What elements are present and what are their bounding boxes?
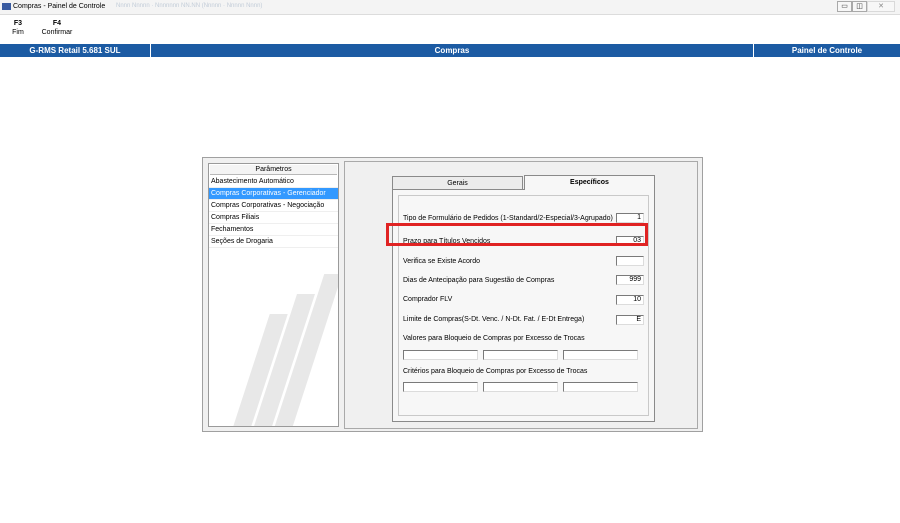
- app-icon: [2, 3, 11, 10]
- limite-compras-label: Limite de Compras(S-Dt. Venc. / N-Dt. Fa…: [403, 316, 585, 323]
- valores-bloqueio-label: Valores para Bloqueio de Compras por Exc…: [403, 335, 585, 342]
- f3-label: Fim: [12, 29, 24, 36]
- comprador-flv-field[interactable]: 10: [616, 295, 644, 305]
- list-item[interactable]: Seções de Drogaria: [209, 236, 338, 248]
- tab-especificos[interactable]: Específicos: [524, 175, 655, 190]
- window-titlebar: Compras - Painel de Controle Nnnn Nnnnn …: [0, 0, 900, 15]
- list-item[interactable]: Fechamentos: [209, 224, 338, 236]
- minimize-button[interactable]: ▭: [837, 1, 852, 12]
- parameters-panel: Parâmetros Abastecimento Automático Comp…: [202, 157, 703, 432]
- limite-compras-field[interactable]: E: [616, 315, 644, 325]
- comprador-flv-label: Comprador FLV: [403, 296, 453, 303]
- screen-name: Painel de Controle: [791, 46, 863, 55]
- valores-bloqueio-field-3[interactable]: [563, 350, 638, 360]
- f4-confirmar-button[interactable]: F4 Confirmar: [40, 20, 74, 36]
- valores-bloqueio-field-1[interactable]: [403, 350, 478, 360]
- f3-key: F3: [13, 20, 23, 27]
- verifica-acordo-label: Verifica se Existe Acordo: [403, 258, 481, 265]
- dias-antecipacao-field[interactable]: 999: [616, 275, 644, 285]
- module-header-bar: G-RMS Retail 5.681 SUL Compras Painel de…: [0, 44, 900, 57]
- f4-key: F4: [52, 20, 62, 27]
- valores-bloqueio-field-2[interactable]: [483, 350, 558, 360]
- list-item[interactable]: Compras Corporativas - Gerenciador: [209, 188, 338, 200]
- system-version: G-RMS Retail 5.681 SUL: [0, 44, 151, 57]
- parameters-list-header: Parâmetros: [210, 165, 337, 175]
- tipo-formulario-field[interactable]: 1: [616, 213, 644, 223]
- list-item[interactable]: Compras Corporativas - Negociação: [209, 200, 338, 212]
- list-item[interactable]: Abastecimento Automático: [209, 176, 338, 188]
- criterios-bloqueio-field-1[interactable]: [403, 382, 478, 392]
- module-name: Compras: [151, 44, 754, 57]
- settings-area: Gerais Tipo de Formulário de Pedidos (1-…: [344, 161, 698, 429]
- f4-label: Confirmar: [41, 29, 73, 36]
- tab-gerais[interactable]: Gerais: [392, 176, 523, 189]
- f3-fim-button[interactable]: F3 Fim: [10, 20, 26, 36]
- list-item[interactable]: Compras Filiais: [209, 212, 338, 224]
- parameters-list: Parâmetros Abastecimento Automático Comp…: [208, 163, 339, 427]
- verifica-acordo-field[interactable]: [616, 256, 644, 266]
- maximize-button[interactable]: ◫: [852, 1, 867, 12]
- criterios-bloqueio-label: Critérios para Bloqueio de Compras por E…: [403, 368, 588, 375]
- window-title: Compras - Painel de Controle: [13, 3, 106, 10]
- criterios-bloqueio-field-3[interactable]: [563, 382, 638, 392]
- window-title-extra: Nnnn Nnnnn · Nnnnnnn NN.NN (Nnnnn · Nnnn…: [116, 3, 263, 9]
- highlight-box: [386, 223, 648, 246]
- dias-antecipacao-label: Dias de Antecipação para Sugestão de Com…: [403, 277, 555, 284]
- tipo-formulario-label: Tipo de Formulário de Pedidos (1-Standar…: [403, 215, 613, 222]
- criterios-bloqueio-field-2[interactable]: [483, 382, 558, 392]
- close-button[interactable]: ✕: [867, 1, 895, 12]
